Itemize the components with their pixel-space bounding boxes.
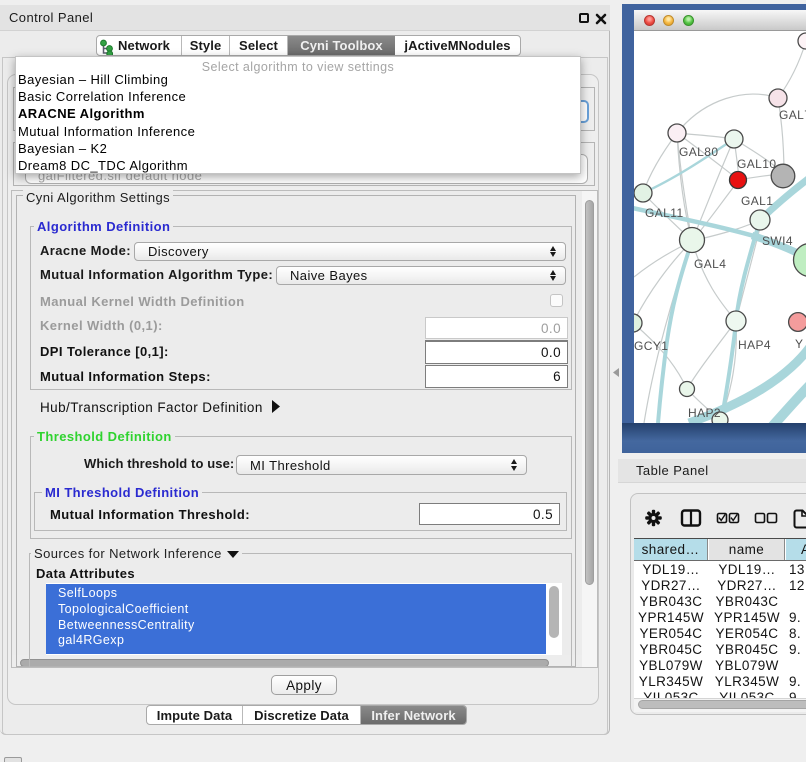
svg-text:GAL10: GAL10: [737, 157, 776, 171]
svg-text:GCY1: GCY1: [634, 339, 668, 353]
svg-text:HAP2: HAP2: [688, 406, 721, 420]
svg-text:HAP4: HAP4: [738, 338, 771, 352]
svg-text:SWI4: SWI4: [762, 234, 793, 248]
svg-text:GAL7: GAL7: [779, 108, 806, 122]
svg-text:GAL4: GAL4: [694, 257, 726, 271]
svg-text:GAL80: GAL80: [679, 145, 718, 159]
svg-text:GAL1: GAL1: [741, 194, 773, 208]
svg-text:Y: Y: [795, 337, 803, 351]
svg-text:GAL11: GAL11: [645, 206, 684, 220]
